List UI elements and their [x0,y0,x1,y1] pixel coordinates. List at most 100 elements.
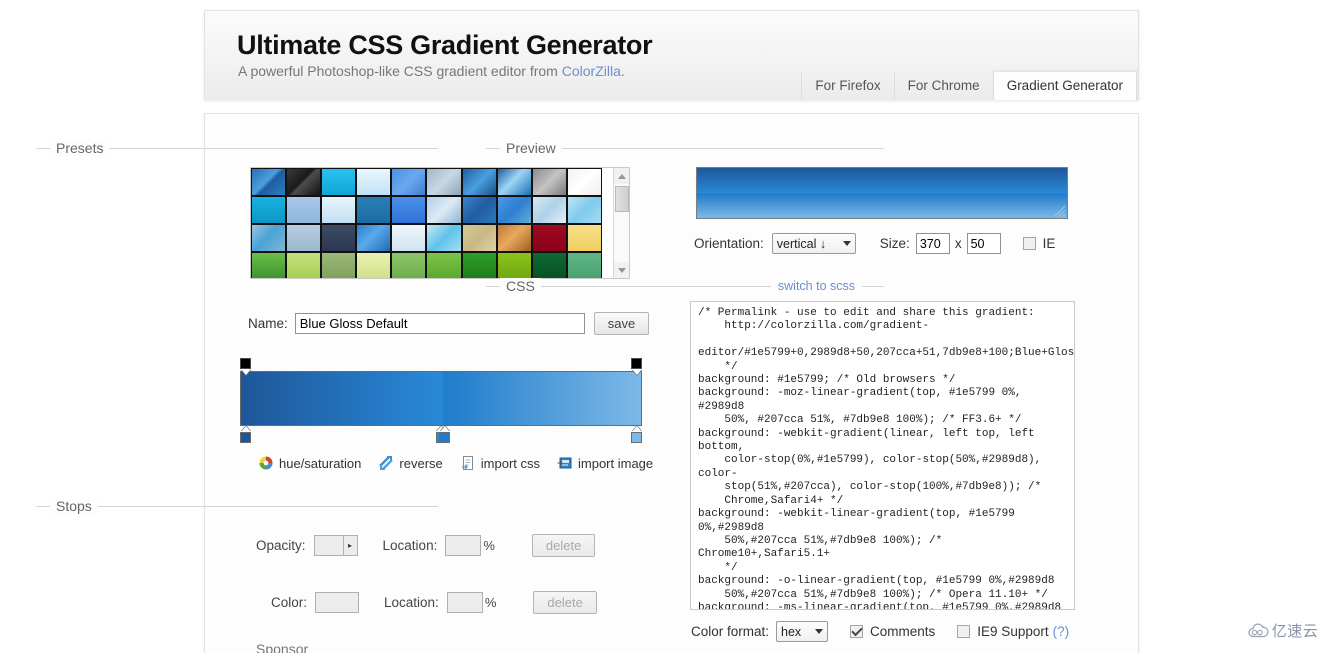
preview-legend: Preview [500,140,562,157]
comments-checkbox[interactable] [850,625,864,638]
action-import-css[interactable]: import css [460,455,540,471]
tab-gradient-generator[interactable]: Gradient Generator [992,71,1137,100]
preset-swatch[interactable] [391,224,427,252]
ie9-support-checkbox[interactable] [957,625,971,638]
preset-swatch[interactable] [566,252,602,278]
preset-swatch[interactable] [496,224,532,252]
preset-swatch[interactable] [426,224,462,252]
opacity-stop-marker[interactable] [240,358,251,375]
preset-swatch[interactable] [321,168,357,196]
triangle-down-icon[interactable] [614,262,629,278]
preset-swatch[interactable] [356,252,392,278]
page-subtitle: A powerful Photoshop-like CSS gradient e… [238,63,625,79]
preset-swatch[interactable] [531,168,567,196]
preset-swatch[interactable] [321,252,357,278]
action-label: import css [480,455,540,471]
orientation-select[interactable]: vertical ↓ [771,233,856,254]
preset-swatch[interactable] [461,252,497,278]
size-separator: x [954,236,962,251]
preset-swatch[interactable] [496,252,532,278]
ie9-help-link[interactable]: (?) [1053,624,1070,639]
tab-for-chrome[interactable]: For Chrome [893,72,993,100]
action-reverse[interactable]: reverse [378,455,443,471]
preset-swatch[interactable] [321,196,357,224]
action-label: import image [578,455,654,471]
preset-swatch[interactable] [251,168,287,196]
preset-swatch[interactable] [461,196,497,224]
stops-legend: Stops [50,498,98,515]
header-tabs: For Firefox For Chrome Gradient Generato… [801,71,1137,100]
ie-label: IE [1042,236,1056,251]
opacity-location-input[interactable] [445,535,482,556]
preset-swatch[interactable] [531,252,567,278]
preset-swatch[interactable] [356,224,392,252]
preset-swatch[interactable] [426,196,462,224]
ie-checkbox[interactable] [1022,237,1036,250]
preset-swatch[interactable] [286,224,322,252]
presets-group: Presets [36,140,438,164]
preset-swatch[interactable] [391,168,427,196]
preset-swatch[interactable] [251,224,287,252]
preset-swatch[interactable] [426,168,462,196]
stop-pointer-icon [631,426,642,432]
preset-swatch[interactable] [426,252,462,278]
preset-swatch[interactable] [461,168,497,196]
preset-swatch[interactable] [286,252,322,278]
color-stop-marker[interactable] [439,426,451,443]
scrollbar-thumb[interactable] [615,186,629,212]
preset-swatch[interactable] [566,224,602,252]
opacity-value[interactable] [315,536,343,555]
action-hue-saturation[interactable]: hue/saturation [258,455,361,471]
color-swatch-input[interactable] [315,592,360,613]
percent-sign: % [484,595,497,610]
preset-swatch[interactable] [566,196,602,224]
save-button[interactable]: save [593,312,650,335]
delete-color-stop-button[interactable]: delete [533,591,597,614]
delete-opacity-stop-button[interactable]: delete [531,534,596,557]
preset-swatch[interactable] [391,252,427,278]
preset-swatch[interactable] [391,196,427,224]
size-width-input[interactable] [915,233,950,254]
color-stop-marker[interactable] [240,426,251,443]
preset-swatch[interactable] [356,168,392,196]
tab-for-firefox[interactable]: For Firefox [801,72,893,100]
preset-swatch[interactable] [251,196,287,224]
preset-swatch[interactable] [286,196,322,224]
colorzilla-link[interactable]: ColorZilla [562,63,621,79]
opacity-stop-swatch [240,358,251,369]
color-location-input[interactable] [446,592,483,613]
presets-box[interactable] [250,167,630,279]
page-title: Ultimate CSS Gradient Generator [237,30,653,60]
preset-swatch[interactable] [531,224,567,252]
action-import-image[interactable]: import image [557,455,653,471]
triangle-up-icon[interactable] [614,168,629,184]
spinner-arrow-icon[interactable]: ▸ [342,536,357,555]
color-format-select[interactable]: hex [776,621,829,642]
preset-swatch[interactable] [496,196,532,224]
color-stop-swatch [240,432,251,443]
preset-swatch[interactable] [321,224,357,252]
preset-swatch[interactable] [531,196,567,224]
size-height-input[interactable] [966,233,1001,254]
gradient-name-input[interactable] [294,313,585,334]
css-output-textarea[interactable]: /* Permalink - use to edit and share thi… [690,301,1075,610]
opacity-stop-marker[interactable] [631,358,642,375]
resize-grip-icon[interactable] [1054,205,1066,217]
color-format-label: Color format: [691,624,770,639]
opacity-stepper[interactable]: ▸ [313,535,358,556]
preset-swatch[interactable] [461,224,497,252]
gradient-preview-bar[interactable] [240,371,642,426]
color-stop-marker[interactable] [631,426,642,443]
preset-swatch[interactable] [286,168,322,196]
presets-scrollbar[interactable] [613,168,629,278]
watermark-text: 亿速云 [1271,623,1319,640]
chevron-down-icon [842,241,851,246]
preset-swatch[interactable] [496,168,532,196]
css-bottom-controls: Color format: hex Comments IE9 Support (… [691,621,1069,642]
preset-swatch[interactable] [356,196,392,224]
preset-swatch[interactable] [251,252,287,278]
preset-swatch[interactable] [566,168,602,196]
gradient-preview-box [696,167,1068,219]
sponsor-heading: Sponsor [256,641,309,653]
switch-to-scss-link[interactable]: switch to scss [770,278,862,295]
